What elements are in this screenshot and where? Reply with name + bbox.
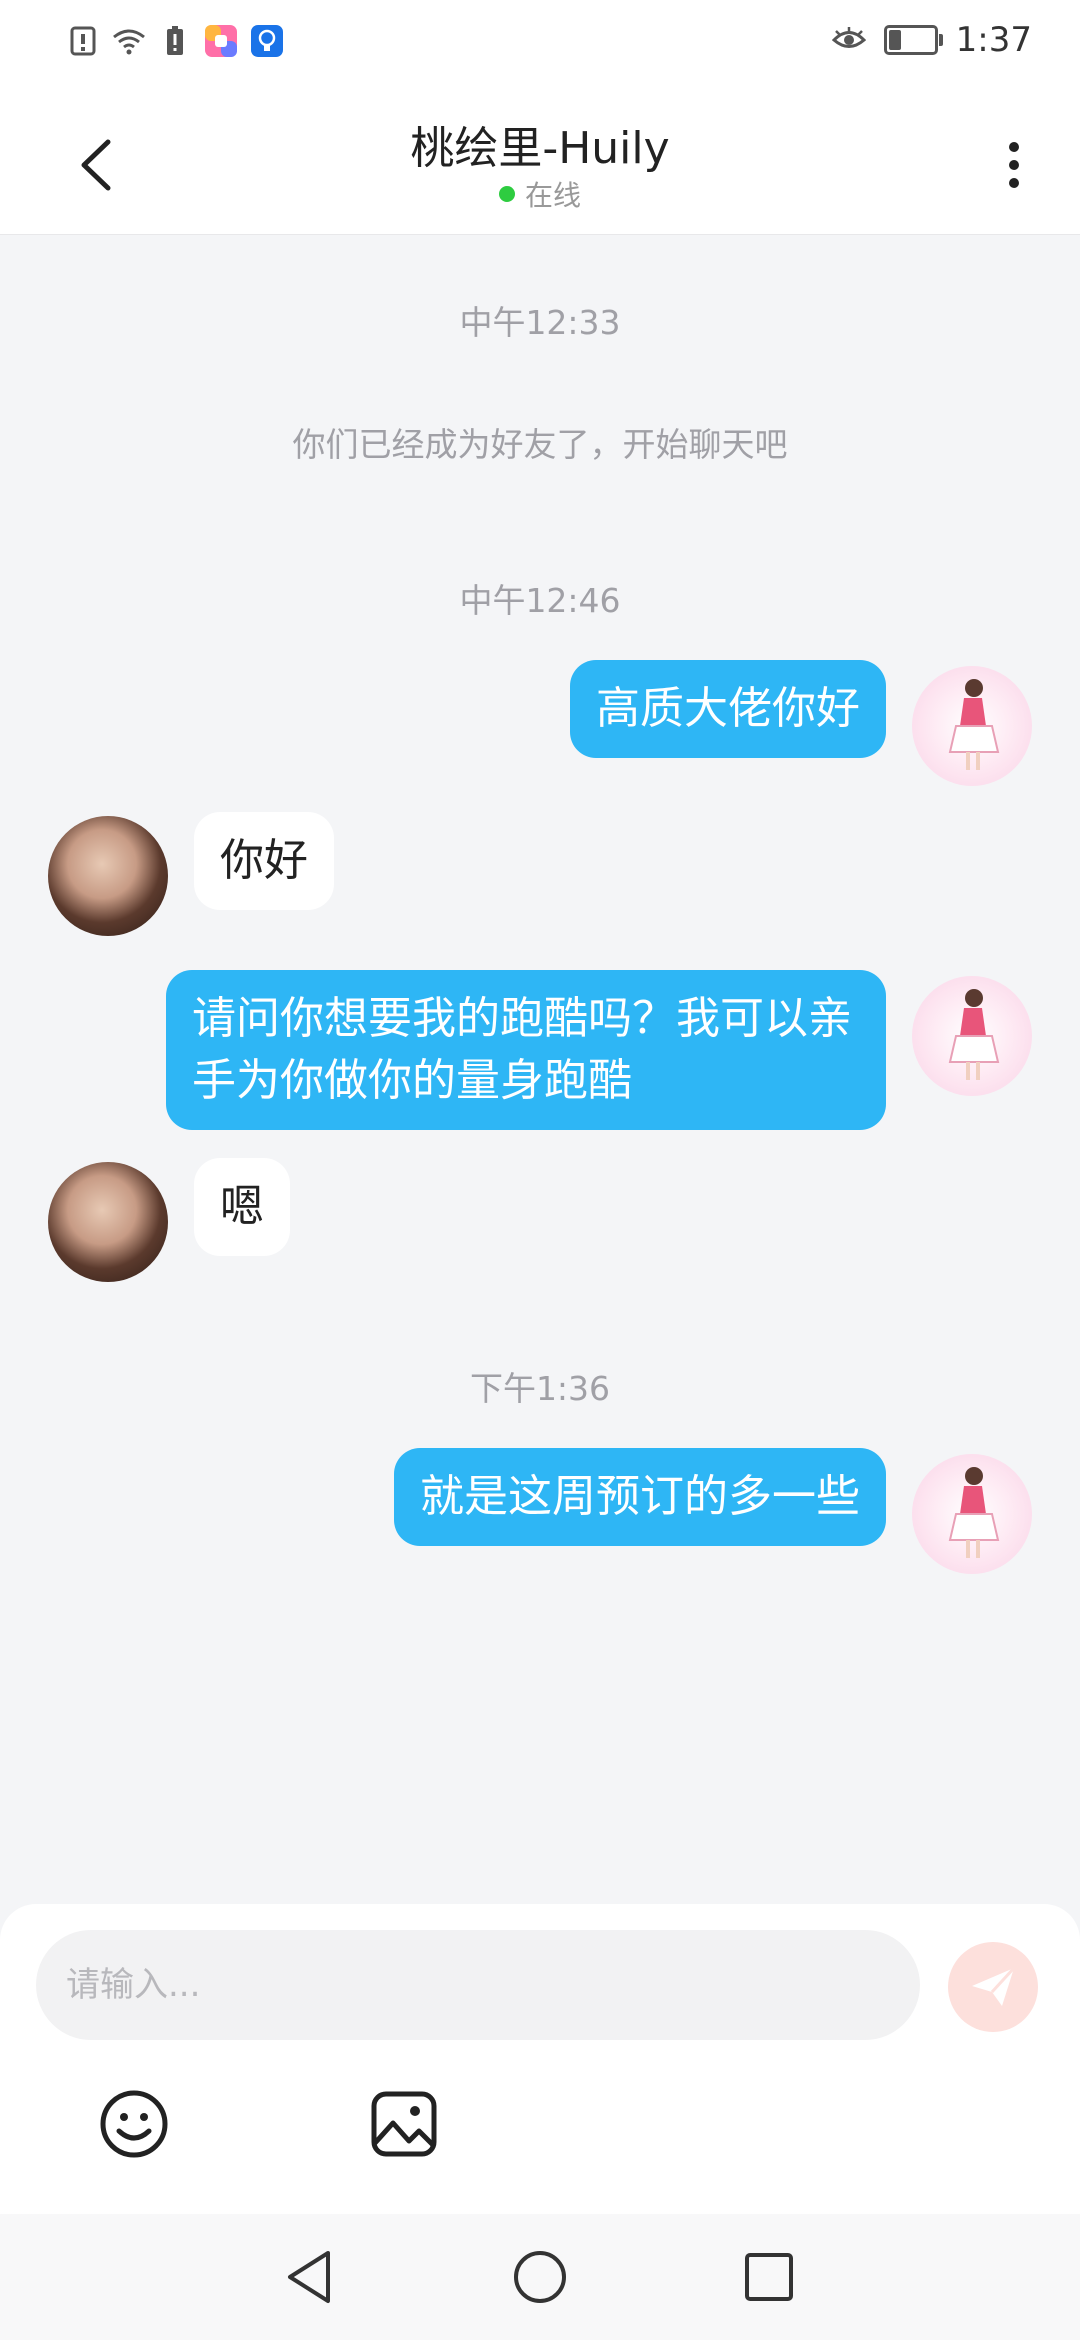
message-bubble-sent[interactable]: 请问你想要我的跑酷吗？我可以亲手为你做你的量身跑酷: [166, 970, 886, 1130]
contact-avatar[interactable]: [48, 1162, 168, 1282]
alert-battery-icon: [158, 24, 192, 58]
message-bubble-received[interactable]: 嗯: [194, 1158, 290, 1256]
wifi-icon: [112, 24, 146, 58]
timestamp: 中午12:33: [459, 303, 621, 342]
triangle-back-icon: [288, 2251, 330, 2303]
system-message: 你们已经成为好友了，开始聊天吧: [292, 425, 788, 464]
app-icon-blue-bulb: [250, 24, 284, 58]
online-dot-icon: [498, 186, 515, 202]
status-icons-right: 1:37: [831, 20, 1032, 60]
input-bar: [0, 1904, 1080, 2214]
emoji-icon: [100, 2090, 168, 2158]
nav-back-button[interactable]: [274, 2242, 344, 2312]
alert-icon: [66, 24, 100, 58]
chat-header: 桃绘里-Huily 在线: [0, 90, 1080, 235]
battery-icon: [883, 25, 943, 55]
nav-recents-button[interactable]: [734, 2242, 804, 2312]
timestamp: 下午1:36: [469, 1369, 611, 1408]
chat-area[interactable]: 中午12:33 你们已经成为好友了，开始聊天吧 中午12:46 高质大佬你好 你…: [0, 234, 1080, 1904]
message-input[interactable]: [36, 1930, 920, 2040]
message-bubble-sent[interactable]: 高质大佬你好: [570, 660, 886, 758]
send-plane-icon: [972, 1966, 1016, 2006]
online-status: 在线: [0, 174, 1080, 214]
send-button[interactable]: [948, 1942, 1038, 2032]
more-dot: [1009, 160, 1019, 170]
clock-time: 1:37: [955, 20, 1032, 60]
emoji-button[interactable]: [94, 2084, 174, 2164]
system-nav-bar: [0, 2214, 1080, 2340]
contact-avatar[interactable]: [48, 816, 168, 936]
more-dot: [1009, 178, 1019, 188]
message-bubble-received[interactable]: 你好: [194, 812, 334, 910]
my-avatar[interactable]: [912, 666, 1032, 786]
online-status-label: 在线: [524, 179, 581, 212]
status-icons-left: [66, 24, 284, 58]
message-bubble-sent[interactable]: 就是这周预订的多一些: [394, 1448, 886, 1546]
timestamp: 中午12:46: [459, 581, 621, 620]
contact-name: 桃绘里-Huily: [410, 123, 670, 174]
image-button[interactable]: [364, 2084, 444, 2164]
more-dot: [1009, 142, 1019, 152]
avatar-figure-icon: [948, 679, 1000, 770]
avatar-figure-icon: [948, 989, 1000, 1080]
app-icon-colorful: [204, 24, 238, 58]
eye-icon: [831, 23, 866, 57]
nav-home-button[interactable]: [505, 2242, 575, 2312]
my-avatar[interactable]: [912, 1454, 1032, 1574]
image-icon: [371, 2091, 437, 2157]
circle-home-icon: [514, 2251, 566, 2303]
more-options-button[interactable]: [984, 130, 1044, 200]
my-avatar[interactable]: [912, 976, 1032, 1096]
avatar-figure-icon: [948, 1467, 1000, 1558]
square-recents-icon: [745, 2253, 793, 2301]
status-bar: 1:37: [0, 0, 1080, 90]
